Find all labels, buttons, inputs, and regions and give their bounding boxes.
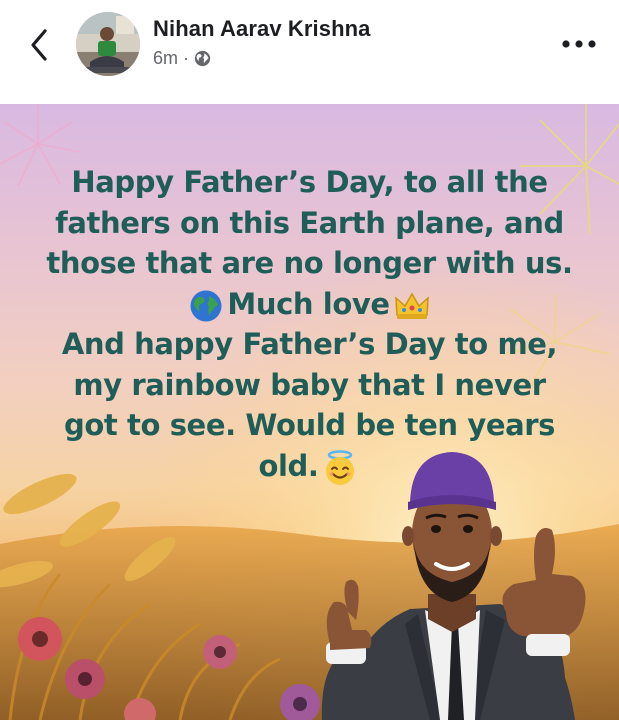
post-text-line: And happy Father’s Day to me, [61,327,558,361]
author-name[interactable]: Nihan Aarav Krishna [153,16,371,42]
post-text-line: Happy Father’s Day, to all the [71,165,548,199]
more-options-button[interactable] [559,30,599,58]
more-horizontal-icon [562,40,596,48]
avatar[interactable] [76,12,140,76]
globe-icon[interactable] [194,50,211,67]
post-meta: 6m · [153,48,211,69]
globe-emoji [190,290,222,321]
crown-emoji [394,292,429,319]
post-text-line: fathers on this Earth plane, and [55,205,564,240]
post-text-line-with-emoji: Much love [20,284,599,325]
post-background-image[interactable]: Happy Father’s Day, to all the fathers o… [0,104,619,720]
meta-separator: · [183,48,190,68]
post-text-line: Much love [227,286,390,321]
chevron-left-icon [31,29,47,61]
timestamp[interactable]: 6m [153,48,178,69]
thumbs-up-avatar-character [321,452,586,720]
post-header: Nihan Aarav Krishna 6m · [0,0,619,104]
post-text-line: my rainbow baby that I never [73,367,546,402]
post-text-line: those that are no longer with us. [46,246,573,280]
back-button[interactable] [22,26,56,64]
